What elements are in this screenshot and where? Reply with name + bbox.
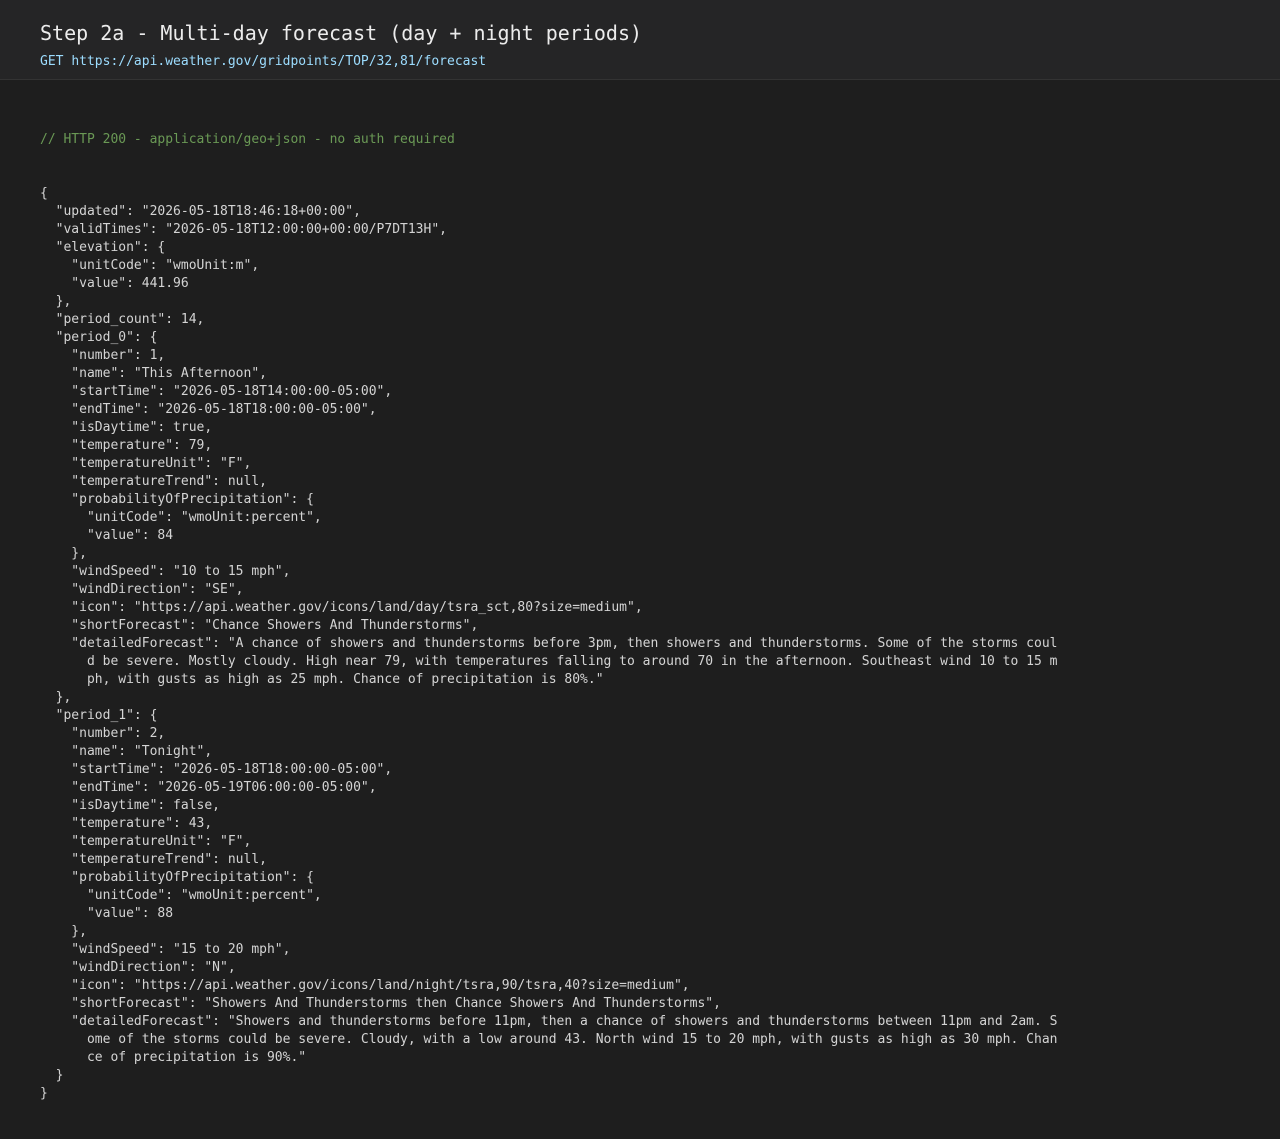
- json-line: "number": 1,: [40, 348, 166, 363]
- json-line: "shortForecast": "Chance Showers And Thu…: [40, 618, 479, 633]
- json-line: d be severe. Mostly cloudy. High near 79…: [40, 654, 1058, 669]
- json-line: "updated": "2026-05-18T18:46:18+00:00",: [40, 204, 361, 219]
- request-url: https://api.weather.gov/gridpoints/TOP/3…: [71, 54, 487, 69]
- json-line: "windDirection": "SE",: [40, 582, 244, 597]
- json-line: }: [40, 1068, 64, 1083]
- json-line: },: [40, 294, 72, 309]
- json-line: "startTime": "2026-05-18T14:00:00-05:00"…: [40, 384, 393, 399]
- json-line: },: [40, 546, 87, 561]
- json-line: "endTime": "2026-05-19T06:00:00-05:00",: [40, 780, 377, 795]
- json-line: "icon": "https://api.weather.gov/icons/l…: [40, 978, 690, 993]
- json-line: ce of precipitation is 90%.": [40, 1050, 307, 1065]
- json-line: "temperature": 79,: [40, 438, 213, 453]
- json-line: ph, with gusts as high as 25 mph. Chance…: [40, 672, 604, 687]
- json-line: "temperature": 43,: [40, 816, 213, 831]
- json-line: "elevation": {: [40, 240, 166, 255]
- json-line: "number": 2,: [40, 726, 166, 741]
- json-line: "temperatureTrend": null,: [40, 474, 267, 489]
- json-line: "unitCode": "wmoUnit:percent",: [40, 510, 322, 525]
- json-line: "temperatureUnit": "F",: [40, 456, 252, 471]
- status-comment: // HTTP 200 - application/geo+json - no …: [40, 132, 455, 147]
- json-response-body: // HTTP 200 - application/geo+json - no …: [40, 95, 1240, 1139]
- json-line: "name": "This Afternoon",: [40, 366, 267, 381]
- json-line: "validTimes": "2026-05-18T12:00:00+00:00…: [40, 222, 447, 237]
- json-line: "temperatureUnit": "F",: [40, 834, 252, 849]
- json-line: "isDaytime": false,: [40, 798, 221, 813]
- json-line: "startTime": "2026-05-18T18:00:00-05:00"…: [40, 762, 393, 777]
- json-line: "windDirection": "N",: [40, 960, 236, 975]
- json-line: "detailedForecast": "A chance of showers…: [40, 636, 1058, 651]
- json-line: "temperatureTrend": null,: [40, 852, 267, 867]
- page-title: Step 2a - Multi-day forecast (day + nigh…: [40, 21, 643, 45]
- json-line: "name": "Tonight",: [40, 744, 213, 759]
- json-line: },: [40, 924, 87, 939]
- json-line: ome of the storms could be severe. Cloud…: [40, 1032, 1058, 1047]
- json-line: "windSpeed": "15 to 20 mph",: [40, 942, 291, 957]
- response-panel: // HTTP 200 - application/geo+json - no …: [0, 80, 1280, 1139]
- json-lines: { "updated": "2026-05-18T18:46:18+00:00"…: [40, 185, 1240, 1103]
- json-line: {: [40, 186, 48, 201]
- json-line: "probabilityOfPrecipitation": {: [40, 870, 314, 885]
- json-line: "period_0": {: [40, 330, 158, 345]
- json-line: "detailedForecast": "Showers and thunder…: [40, 1014, 1058, 1029]
- json-line: "period_count": 14,: [40, 312, 205, 327]
- json-line: "unitCode": "wmoUnit:percent",: [40, 888, 322, 903]
- json-line: "icon": "https://api.weather.gov/icons/l…: [40, 600, 643, 615]
- json-line: "isDaytime": true,: [40, 420, 213, 435]
- json-line: "unitCode": "wmoUnit:m",: [40, 258, 260, 273]
- request-endpoint: GET https://api.weather.gov/gridpoints/T…: [40, 54, 1240, 70]
- json-line: },: [40, 690, 72, 705]
- json-line: "windSpeed": "10 to 15 mph",: [40, 564, 291, 579]
- json-line: "value": 84: [40, 528, 174, 543]
- json-line: "shortForecast": "Showers And Thundersto…: [40, 996, 721, 1011]
- http-method: GET: [40, 54, 64, 69]
- json-line: "value": 88: [40, 906, 174, 921]
- json-line: "endTime": "2026-05-18T18:00:00-05:00",: [40, 402, 377, 417]
- page-header: Step 2a - Multi-day forecast (day + nigh…: [0, 0, 1280, 80]
- json-line: "value": 441.96: [40, 276, 189, 291]
- json-line: }: [40, 1086, 48, 1101]
- json-line: "probabilityOfPrecipitation": {: [40, 492, 314, 507]
- json-line: "period_1": {: [40, 708, 158, 723]
